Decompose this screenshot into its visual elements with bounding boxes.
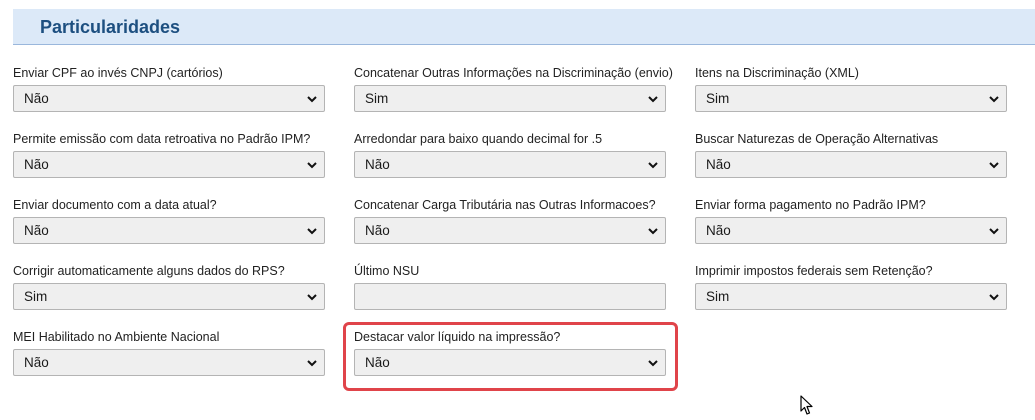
- select-value: Não: [24, 223, 49, 238]
- field-label: Enviar forma pagamento no Padrão IPM?: [695, 198, 926, 212]
- data-retroativa-select[interactable]: Não: [13, 151, 325, 178]
- forma-pagamento-select[interactable]: Não: [695, 217, 1007, 244]
- mouse-pointer-icon: [800, 395, 813, 415]
- chevron-down-icon: [307, 96, 317, 103]
- section-header: Particularidades: [13, 9, 1035, 45]
- select-value: Não: [365, 223, 390, 238]
- select-value: Sim: [24, 289, 48, 304]
- chevron-down-icon: [648, 96, 658, 103]
- mei-habilitado-select[interactable]: Não: [13, 349, 325, 376]
- particularidades-page: Particularidades Enviar CPF ao invés CNP…: [0, 0, 1035, 420]
- field-impostos-federais: Imprimir impostos federais sem Retenção?…: [695, 263, 1007, 310]
- field-corrigir-rps: Corrigir automaticamente alguns dados do…: [13, 263, 325, 310]
- field-ultimo-nsu: Último NSU: [354, 263, 666, 310]
- field-label: Permite emissão com data retroativa no P…: [13, 132, 311, 146]
- field-carga-tributaria: Concatenar Carga Tributária nas Outras I…: [354, 197, 666, 244]
- arredondar-select[interactable]: Não: [354, 151, 666, 178]
- field-label: Enviar CPF ao invés CNPJ (cartórios): [13, 66, 223, 80]
- field-label: Arredondar para baixo quando decimal for…: [354, 132, 603, 146]
- select-value: Não: [24, 91, 49, 106]
- chevron-down-icon: [989, 228, 999, 235]
- chevron-down-icon: [989, 96, 999, 103]
- carga-tributaria-select[interactable]: Não: [354, 217, 666, 244]
- field-label: Enviar documento com a data atual?: [13, 198, 217, 212]
- chevron-down-icon: [648, 162, 658, 169]
- field-data-retroativa: Permite emissão com data retroativa no P…: [13, 131, 325, 178]
- impostos-federais-select[interactable]: Sim: [695, 283, 1007, 310]
- chevron-down-icon: [307, 294, 317, 301]
- enviar-cpf-select[interactable]: Não: [13, 85, 325, 112]
- data-atual-select[interactable]: Não: [13, 217, 325, 244]
- select-value: Não: [706, 157, 731, 172]
- field-label: Buscar Naturezas de Operação Alternativa…: [695, 132, 939, 146]
- ultimo-nsu-input[interactable]: [354, 283, 666, 310]
- field-concatenar-outras-info: Concatenar Outras Informações na Discrim…: [354, 65, 673, 112]
- field-label: Itens na Discriminação (XML): [695, 66, 859, 80]
- field-label: Corrigir automaticamente alguns dados do…: [13, 264, 285, 278]
- select-value: Sim: [365, 91, 389, 106]
- field-arredondar: Arredondar para baixo quando decimal for…: [354, 131, 666, 178]
- field-label: Último NSU: [354, 264, 420, 278]
- select-value: Sim: [706, 289, 730, 304]
- field-label: Concatenar Outras Informações na Discrim…: [354, 66, 673, 80]
- field-mei-habilitado: MEI Habilitado no Ambiente Nacional Não: [13, 329, 325, 376]
- naturezas-operacao-select[interactable]: Não: [695, 151, 1007, 178]
- corrigir-rps-select[interactable]: Sim: [13, 283, 325, 310]
- section-title: Particularidades: [40, 17, 181, 37]
- field-enviar-cpf: Enviar CPF ao invés CNPJ (cartórios) Não: [13, 65, 325, 112]
- chevron-down-icon: [307, 360, 317, 367]
- field-label: Concatenar Carga Tributária nas Outras I…: [354, 198, 656, 212]
- select-value: Não: [24, 157, 49, 172]
- field-itens-discriminacao: Itens na Discriminação (XML) Sim: [695, 65, 1007, 112]
- field-naturezas-operacao: Buscar Naturezas de Operação Alternativa…: [695, 131, 1007, 178]
- chevron-down-icon: [307, 162, 317, 169]
- chevron-down-icon: [307, 228, 317, 235]
- field-forma-pagamento: Enviar forma pagamento no Padrão IPM? Nã…: [695, 197, 1007, 244]
- select-value: Sim: [706, 91, 730, 106]
- chevron-down-icon: [989, 294, 999, 301]
- select-value: Não: [706, 223, 731, 238]
- select-value: Não: [365, 157, 390, 172]
- highlight-annotation: [343, 322, 678, 391]
- itens-discriminacao-select[interactable]: Sim: [695, 85, 1007, 112]
- field-label: MEI Habilitado no Ambiente Nacional: [13, 330, 220, 344]
- field-label: Imprimir impostos federais sem Retenção?: [695, 264, 933, 278]
- field-data-atual: Enviar documento com a data atual? Não: [13, 197, 325, 244]
- chevron-down-icon: [648, 228, 658, 235]
- select-value: Não: [24, 355, 49, 370]
- concatenar-outras-info-select[interactable]: Sim: [354, 85, 666, 112]
- chevron-down-icon: [989, 162, 999, 169]
